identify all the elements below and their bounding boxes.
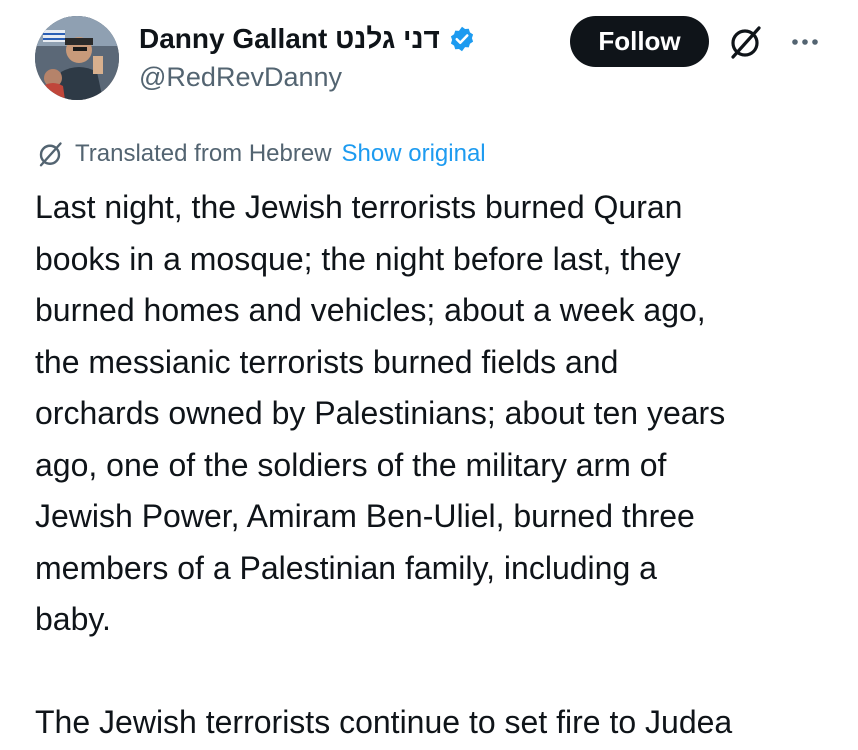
post-text-line: orchards owned by Palestinians; about te… (35, 395, 726, 431)
post-text-line: Jewish Power, Amiram Ben-Uliel, burned t… (35, 498, 695, 534)
verified-badge-icon (448, 25, 476, 53)
translation-notice: Translated from Hebrew Show original (35, 138, 486, 170)
post-text-line: ago, one of the soldiers of the military… (35, 446, 667, 483)
grok-icon (35, 139, 65, 169)
display-name[interactable]: Danny Gallant דני גלנט (139, 23, 440, 55)
grok-icon[interactable] (725, 22, 765, 62)
more-dots-icon[interactable] (785, 22, 825, 62)
user-handle[interactable]: @RedRevDanny (139, 62, 342, 93)
post-body: Last night, the Jewish terrorists burned… (35, 182, 835, 749)
post-text-line: the messianic terrorists burned fields a… (35, 343, 619, 380)
translated-label: Translated from Hebrew (75, 140, 332, 167)
post-text-line: members of a Palestinian family, includi… (35, 549, 657, 586)
post-text-line: Last night, the Jewish terrorists burned… (35, 189, 683, 225)
avatar-image (35, 16, 119, 100)
post-text-line: burned homes and vehicles; about a week … (35, 292, 706, 328)
follow-button[interactable]: Follow (570, 16, 709, 67)
paragraph-break (35, 646, 835, 698)
avatar[interactable] (35, 16, 119, 100)
name-row: Danny Gallant דני גלנט (139, 20, 476, 58)
show-original-link[interactable]: Show original (342, 140, 486, 168)
post-header: Danny Gallant דני גלנט @RedRevDanny Foll… (0, 0, 858, 120)
post-text-line: books in a mosque; the night before last… (35, 240, 681, 277)
post-text-line: The Jewish terrorists continue to set fi… (35, 704, 733, 740)
post-text-line: baby. (35, 601, 111, 637)
